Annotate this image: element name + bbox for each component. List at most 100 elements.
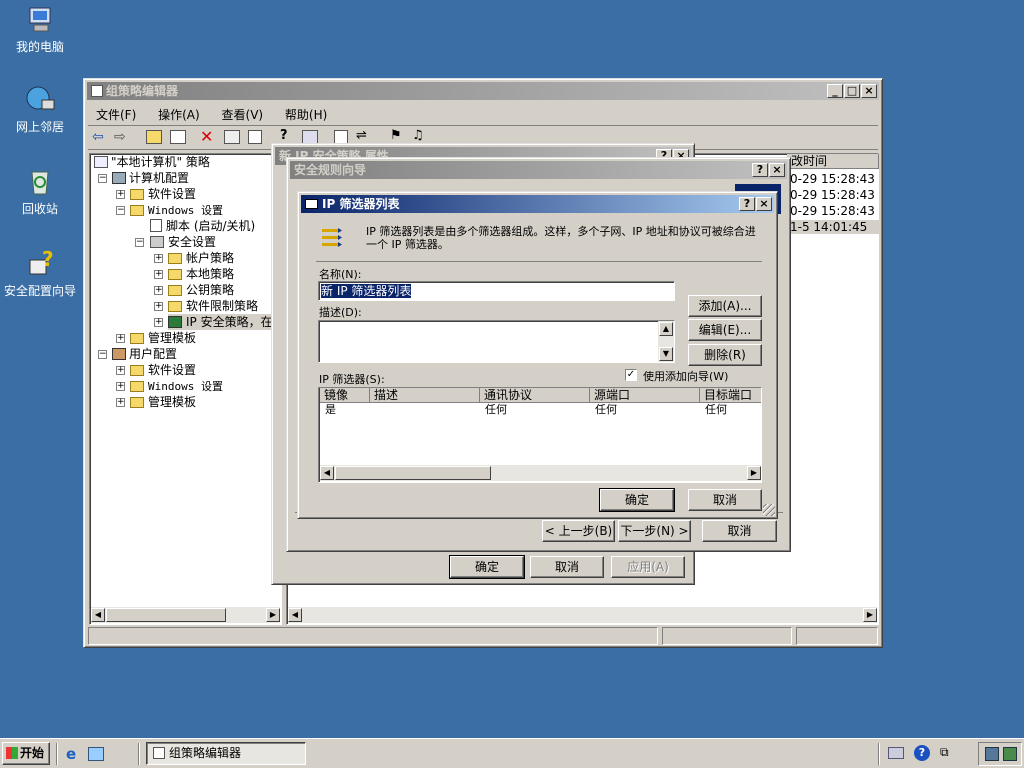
cancel-button[interactable]: 取消: [702, 520, 777, 542]
tree-item-local-policy[interactable]: "本地计算机" 策略: [94, 154, 210, 170]
detail-hscrollbar[interactable]: ◀ ▶: [288, 607, 877, 623]
delete-icon[interactable]: ✕: [200, 127, 213, 146]
column-header-modified[interactable]: 改时间: [787, 154, 879, 169]
scroll-thumb[interactable]: [335, 466, 491, 480]
menu-file[interactable]: 文件(F): [96, 108, 136, 122]
edit-button[interactable]: 编辑(E)...: [688, 319, 762, 341]
close-button[interactable]: ×: [861, 84, 877, 98]
scroll-left-button[interactable]: ◀: [91, 608, 105, 622]
filter-titlebar[interactable]: IP 筛选器列表 ? ×: [301, 195, 774, 213]
use-wizard-checkbox[interactable]: ✓: [625, 369, 637, 381]
expand-toggle[interactable]: +: [116, 366, 125, 375]
menu-help[interactable]: 帮助(H): [285, 108, 327, 122]
table-row[interactable]: 是 任何 任何 任何: [320, 403, 761, 417]
tree-item-local-policies[interactable]: 本地策略: [168, 266, 234, 282]
expand-toggle[interactable]: +: [116, 190, 125, 199]
scroll-thumb[interactable]: [106, 608, 226, 622]
tree-item-ip-security[interactable]: IP 安全策略，在: [168, 314, 278, 330]
arrange-icon[interactable]: ⇌: [356, 128, 367, 143]
policy-icon[interactable]: ⚑: [390, 128, 402, 143]
gpedit-titlebar[interactable]: 组策略编辑器 _ □ ×: [87, 82, 879, 100]
desktop-icon-security-wizard[interactable]: ? 安全配置向导: [0, 247, 80, 299]
scroll-up-button[interactable]: ▲: [659, 322, 673, 336]
taskbar-button-gpedit[interactable]: 组策略编辑器: [146, 742, 306, 765]
detail-row[interactable]: 1-5 14:01:45: [787, 220, 879, 234]
tree-item-software-restriction[interactable]: 软件限制策略: [168, 298, 258, 314]
menu-view[interactable]: 查看(V): [222, 108, 264, 122]
resize-grip-icon[interactable]: [763, 504, 775, 516]
expand-toggle[interactable]: +: [154, 270, 163, 279]
close-button[interactable]: ×: [756, 197, 772, 211]
desktop-icon-recycle-bin[interactable]: 回收站: [0, 166, 80, 217]
tree-item-admin-templates[interactable]: 管理模板: [130, 330, 196, 346]
tree-item-user-config[interactable]: 用户配置: [112, 346, 177, 362]
collapse-toggle[interactable]: −: [135, 238, 144, 247]
column-header-mirror[interactable]: 镜像: [320, 388, 370, 403]
menu-action[interactable]: 操作(A): [158, 108, 200, 122]
expand-toggle[interactable]: +: [116, 398, 125, 407]
tree-item-user-admin-templates[interactable]: 管理模板: [130, 394, 196, 410]
description-input[interactable]: ▲ ▼: [318, 320, 675, 363]
desktop-icon-my-computer[interactable]: 我的电脑: [0, 4, 80, 55]
cancel-button[interactable]: 取消: [530, 556, 604, 578]
expand-toggle[interactable]: +: [154, 318, 163, 327]
tree-item-user-windows-settings[interactable]: Windows 设置: [130, 378, 223, 394]
window-tray-icon[interactable]: ⧉: [940, 745, 949, 760]
network-tray-icon[interactable]: [888, 747, 904, 759]
expand-toggle[interactable]: +: [154, 302, 163, 311]
ok-button[interactable]: 确定: [449, 555, 525, 579]
scroll-right-button[interactable]: ▶: [747, 466, 761, 480]
export-icon[interactable]: [248, 130, 262, 144]
cancel-button[interactable]: 取消: [688, 489, 762, 511]
use-wizard-label[interactable]: 使用添加向导(W): [643, 368, 728, 384]
tree-item-software-settings[interactable]: 软件设置: [130, 186, 196, 202]
minimize-button[interactable]: _: [827, 84, 843, 98]
add-button[interactable]: 添加(A)...: [688, 295, 762, 317]
view-icon[interactable]: [302, 130, 318, 144]
help-tray-icon[interactable]: ?: [914, 745, 930, 761]
scroll-down-button[interactable]: ▼: [659, 347, 673, 361]
back-button[interactable]: < 上一步(B): [542, 520, 615, 542]
scroll-left-button[interactable]: ◀: [320, 466, 334, 480]
column-header-dest-port[interactable]: 目标端口: [700, 388, 761, 403]
column-header-source-port[interactable]: 源端口: [590, 388, 700, 403]
tree-item-user-software-settings[interactable]: 软件设置: [130, 362, 196, 378]
tree-item-computer-config[interactable]: 计算机配置: [112, 170, 189, 186]
remove-button[interactable]: 删除(R): [688, 344, 762, 366]
help-button[interactable]: ?: [739, 197, 755, 211]
back-icon[interactable]: ⇦: [92, 129, 104, 145]
tree-item-windows-settings[interactable]: Windows 设置: [130, 202, 223, 218]
detail-row[interactable]: 0-29 15:28:43: [790, 188, 875, 202]
apply-button[interactable]: 应用(A): [611, 556, 685, 578]
collapse-toggle[interactable]: −: [98, 350, 107, 359]
expand-toggle[interactable]: +: [154, 286, 163, 295]
next-button[interactable]: 下一步(N) >: [618, 520, 691, 542]
security-tray-icon[interactable]: [985, 747, 999, 761]
detail-row[interactable]: 0-29 15:28:43: [790, 204, 875, 218]
close-button[interactable]: ×: [769, 163, 785, 177]
collapse-toggle[interactable]: −: [98, 174, 107, 183]
collapse-toggle[interactable]: −: [116, 206, 125, 215]
help-icon[interactable]: ?: [280, 128, 288, 143]
forward-icon[interactable]: ⇨: [114, 129, 126, 145]
help-button[interactable]: ?: [752, 163, 768, 177]
wizard-titlebar[interactable]: 安全规则向导 ? ×: [290, 161, 787, 179]
ie-icon[interactable]: e: [66, 745, 76, 763]
column-header-protocol[interactable]: 通讯协议: [480, 388, 590, 403]
list-hscrollbar[interactable]: ◀ ▶: [320, 465, 761, 481]
name-input[interactable]: 新 IP 筛选器列表: [318, 281, 675, 301]
scroll-left-button[interactable]: ◀: [288, 608, 302, 622]
tree-item-public-key[interactable]: 公钥策略: [168, 282, 234, 298]
maximize-button[interactable]: □: [844, 84, 860, 98]
explorer-icon[interactable]: [88, 747, 104, 761]
detail-row[interactable]: 0-29 15:28:43: [790, 172, 875, 186]
expand-toggle[interactable]: +: [116, 382, 125, 391]
tree-item-security-settings[interactable]: 安全设置: [150, 234, 216, 250]
show-tree-icon[interactable]: [170, 130, 186, 144]
music-icon[interactable]: ♫: [412, 128, 424, 143]
scroll-right-button[interactable]: ▶: [266, 608, 280, 622]
properties-icon[interactable]: [224, 130, 240, 144]
desktop-icon-network[interactable]: 网上邻居: [0, 84, 80, 135]
shield-tray-icon[interactable]: [1003, 747, 1017, 761]
scroll-right-button[interactable]: ▶: [863, 608, 877, 622]
